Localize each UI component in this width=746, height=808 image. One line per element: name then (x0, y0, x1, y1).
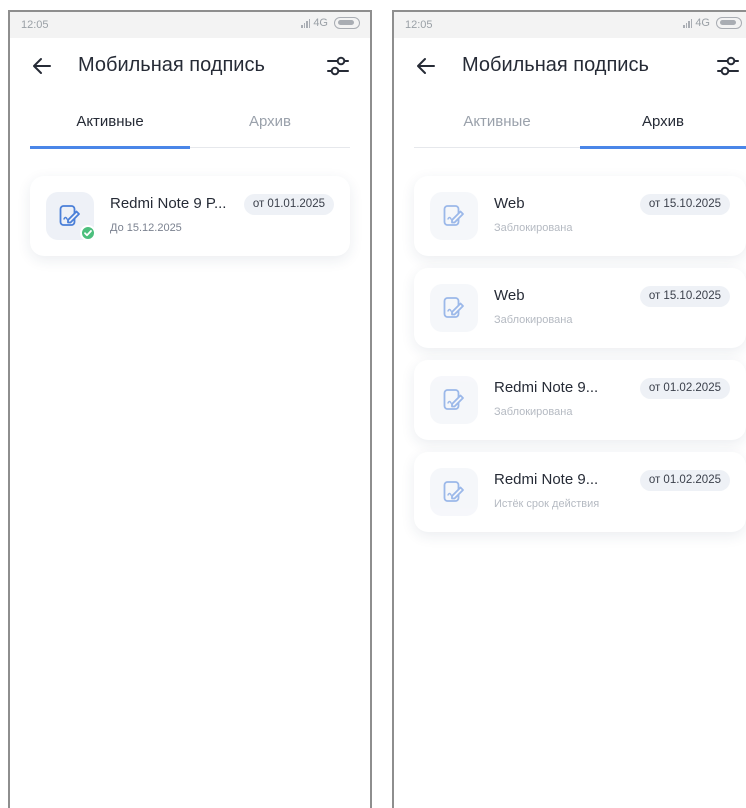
signature-list: Redmi Note 9 P... До 15.12.2025 от 01.01… (10, 148, 370, 256)
back-button[interactable] (412, 52, 440, 80)
signature-card[interactable]: Web Заблокирована от 15.10.2025 (414, 268, 746, 348)
card-subtitle: Истёк срок действия (494, 498, 600, 510)
tab-active[interactable]: Активные (414, 106, 580, 147)
signature-card[interactable]: Redmi Note 9... Истёк срок действия от 0… (414, 452, 746, 532)
app-header: Мобильная подпись (394, 38, 746, 94)
signature-list: Web Заблокирована от 15.10.2025 Web Забл… (394, 148, 746, 532)
signature-document-icon (430, 468, 478, 516)
battery-icon (716, 17, 742, 29)
filter-button[interactable] (324, 52, 352, 80)
card-subtitle: До 15.12.2025 (110, 222, 182, 234)
page-title: Мобильная подпись (78, 54, 265, 76)
signal-icon (683, 18, 693, 28)
date-badge: от 15.10.2025 (639, 286, 730, 307)
network-type: 4G (313, 17, 328, 29)
filter-button[interactable] (714, 52, 742, 80)
arrow-left-icon (33, 58, 51, 74)
phone-screen-active: 12:05 4G Мобильная подпись Активные Архи… (8, 10, 372, 808)
tab-archive[interactable]: Архив (580, 106, 746, 149)
date-badge: от 01.02.2025 (639, 378, 730, 399)
status-bar: 12:05 4G (394, 12, 746, 38)
arrow-left-icon (417, 58, 435, 74)
signature-document-icon (430, 376, 478, 424)
network-type: 4G (695, 17, 710, 29)
check-icon (80, 225, 96, 241)
tab-bar: Активные Архив (414, 106, 746, 149)
card-title: Redmi Note 9 P... (110, 195, 227, 212)
signature-card[interactable]: Redmi Note 9 P... До 15.12.2025 от 01.01… (30, 176, 350, 256)
back-button[interactable] (28, 52, 56, 80)
sliders-icon (717, 56, 739, 76)
signature-card[interactable]: Redmi Note 9... Заблокирована от 01.02.2… (414, 360, 746, 440)
signal-icon (301, 18, 311, 28)
battery-icon (334, 17, 360, 29)
card-title: Web (494, 195, 525, 212)
card-subtitle: Заблокирована (494, 406, 573, 418)
card-title: Redmi Note 9... (494, 379, 599, 396)
phone-screen-archive: 12:05 4G Мобильная подпись Активные Архи… (392, 10, 746, 808)
signature-document-icon (430, 284, 478, 332)
status-bar: 12:05 4G (10, 12, 370, 38)
tab-active[interactable]: Активные (30, 106, 190, 149)
status-time: 12:05 (21, 19, 49, 31)
tab-bar: Активные Архив (30, 106, 350, 149)
date-badge: от 15.10.2025 (639, 194, 730, 215)
card-title: Redmi Note 9... (494, 471, 599, 488)
page-title: Мобильная подпись (462, 54, 649, 76)
app-header: Мобильная подпись (10, 38, 370, 94)
tab-archive[interactable]: Архив (190, 106, 350, 147)
sliders-icon (327, 56, 349, 76)
signature-card[interactable]: Web Заблокирована от 15.10.2025 (414, 176, 746, 256)
status-time: 12:05 (405, 19, 433, 31)
date-badge: от 01.02.2025 (639, 470, 730, 491)
date-badge: от 01.01.2025 (243, 194, 334, 215)
card-title: Web (494, 287, 525, 304)
card-subtitle: Заблокирована (494, 314, 573, 326)
signature-document-icon (430, 192, 478, 240)
card-subtitle: Заблокирована (494, 222, 573, 234)
